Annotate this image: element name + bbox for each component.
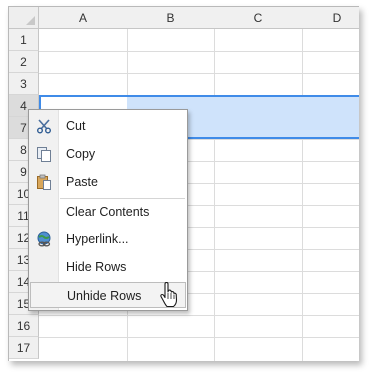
menu-item-label: Cut (66, 119, 86, 133)
hand-pointer-icon (159, 281, 179, 308)
menu-item-cut[interactable]: Cut (30, 113, 186, 139)
column-header-b[interactable]: B (127, 7, 215, 29)
menu-item-label: Unhide Rows (67, 289, 142, 303)
grid-vline (302, 29, 303, 361)
context-menu: Cut Copy Paste Clear Contents Hyperlink.… (28, 109, 188, 311)
row-header[interactable]: 1 (9, 29, 39, 51)
menu-item-paste[interactable]: Paste (30, 169, 186, 195)
menu-item-hyperlink[interactable]: Hyperlink... (30, 226, 186, 252)
globe-link-icon (36, 231, 52, 247)
scissors-icon (36, 118, 52, 134)
column-header-a[interactable]: A (39, 7, 128, 29)
grid-vline (214, 29, 215, 361)
menu-item-label: Clear Contents (66, 205, 150, 219)
menu-item-label: Hyperlink... (66, 232, 129, 246)
row-header[interactable]: 3 (9, 73, 39, 95)
clipboard-icon (36, 174, 52, 190)
menu-item-label: Paste (66, 175, 98, 189)
menu-item-label: Copy (66, 147, 96, 161)
menu-item-copy[interactable]: Copy (30, 141, 186, 167)
column-header-d[interactable]: D (302, 7, 359, 29)
row-header[interactable]: 2 (9, 51, 39, 73)
select-all-corner[interactable] (9, 7, 39, 29)
grid-hline (39, 315, 359, 316)
row-header[interactable]: 16 (9, 315, 39, 337)
menu-item-hide-rows[interactable]: Hide Rows (30, 254, 186, 280)
row-header[interactable]: 17 (9, 337, 39, 359)
grid-hline (39, 337, 359, 338)
copy-icon (36, 146, 52, 162)
menu-item-label: Hide Rows (66, 260, 127, 274)
column-header-c[interactable]: C (214, 7, 303, 29)
menu-item-clear-contents[interactable]: Clear Contents (30, 199, 186, 225)
grid-hline (39, 73, 359, 74)
grid-hline (39, 51, 359, 52)
